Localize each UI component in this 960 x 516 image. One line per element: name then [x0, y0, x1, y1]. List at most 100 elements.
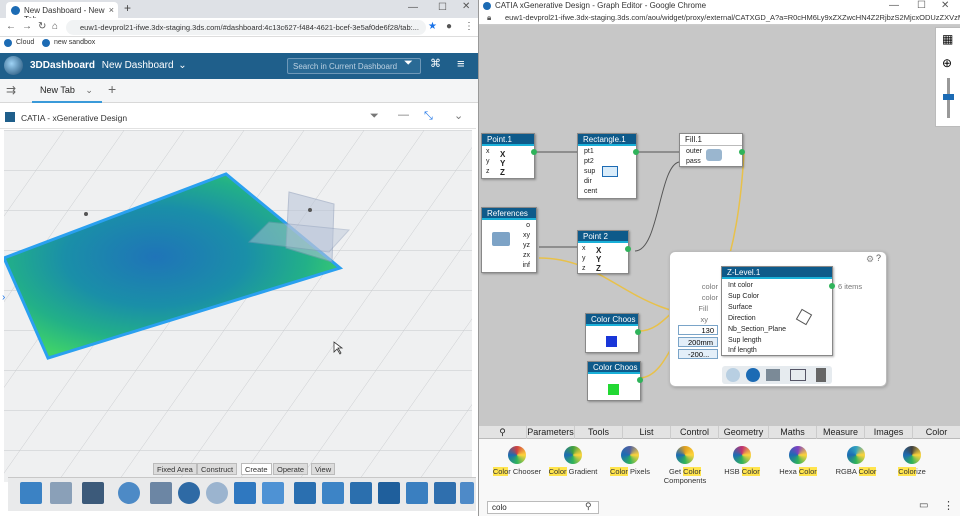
collapse-app-icon[interactable]: ⤡: [424, 110, 433, 123]
back-icon[interactable]: ←: [6, 21, 16, 32]
bookmark-star-icon[interactable]: ★: [428, 21, 437, 32]
color-swatch-blue[interactable]: [606, 336, 617, 347]
tab-images[interactable]: Images: [865, 426, 913, 439]
tab-maths[interactable]: Maths: [769, 426, 817, 439]
chat-icon[interactable]: ▭: [919, 500, 928, 511]
trash-icon[interactable]: [816, 368, 826, 382]
sweep-tool-icon[interactable]: [350, 482, 372, 504]
node-color-chooser-1[interactable]: Color Choos: [585, 313, 641, 353]
tab-new-tab[interactable]: New Tab ⌄: [32, 83, 102, 103]
close-tab-icon[interactable]: ×: [109, 5, 114, 15]
add-tab-button[interactable]: +: [108, 81, 116, 97]
tool-item[interactable]: RGBA Color: [826, 446, 886, 476]
new-tab-button[interactable]: +: [124, 1, 131, 15]
nb-section-input[interactable]: 130: [678, 325, 718, 335]
extrude-tool-icon[interactable]: [294, 482, 316, 504]
tab-color[interactable]: Color: [913, 426, 960, 439]
browser-tab[interactable]: New Dashboard - New Tab ×: [6, 2, 118, 24]
cmd-tab-fixed-area[interactable]: Fixed Area: [153, 463, 197, 475]
node-zlevel1[interactable]: Z-Level.1 Int color Sup Color Surface Di…: [721, 266, 835, 356]
redo-icon[interactable]: [206, 482, 228, 504]
node-rectangle1[interactable]: Rectangle.1 pt1 pt2 sup dir cent: [577, 133, 639, 199]
zoom-icon[interactable]: ⊕: [942, 56, 952, 70]
tool-item[interactable]: Colorize: [882, 446, 942, 476]
filter-icon[interactable]: ⏷: [404, 57, 413, 70]
fill-tool-icon[interactable]: [434, 482, 456, 504]
inf-length-input[interactable]: -200...: [678, 349, 718, 359]
blend-tool-icon[interactable]: [406, 482, 428, 504]
3d-viewport[interactable]: [4, 130, 472, 482]
map-icon[interactable]: ▦: [942, 32, 953, 46]
output-port[interactable]: [635, 329, 641, 335]
url-input[interactable]: euw1-devprol21-ifwe.3dx-staging.3ds.com/…: [66, 20, 426, 35]
minimize-app-icon[interactable]: —: [398, 109, 409, 121]
tab-geometry[interactable]: Geometry: [719, 426, 769, 439]
tab-parameters[interactable]: Parameters: [527, 426, 575, 439]
more-options-icon[interactable]: ⋮: [943, 499, 954, 512]
node-point2[interactable]: Point 2 x y z XYZ: [577, 230, 631, 274]
insert-icon[interactable]: [790, 369, 806, 381]
output-port[interactable]: [531, 149, 537, 155]
tool-item[interactable]: Color Gradient: [543, 446, 603, 476]
graph-canvas[interactable]: Point.1 x y z XYZ Rectangle.1 pt1 pt2 su…: [479, 26, 960, 426]
dashboard-name[interactable]: New Dashboard: [102, 60, 174, 71]
forward-icon[interactable]: →: [22, 21, 32, 32]
cmd-tab-view[interactable]: View: [311, 463, 336, 475]
tool-item[interactable]: Color Pixels: [600, 446, 660, 476]
tab-tools[interactable]: Tools: [575, 426, 623, 439]
compass-logo-icon[interactable]: [4, 56, 23, 75]
cmd-tab-construct[interactable]: Construct: [197, 463, 238, 475]
maximize-icon[interactable]: ☐: [438, 2, 447, 13]
undo-icon[interactable]: [178, 482, 200, 504]
reload-icon[interactable]: ↻: [38, 21, 46, 32]
node-color-chooser-2[interactable]: Color Choos: [587, 361, 643, 401]
tab-measure[interactable]: Measure: [817, 426, 865, 439]
output-port[interactable]: [739, 149, 745, 155]
library-search-input[interactable]: colo: [487, 501, 599, 514]
menu-dots-icon[interactable]: ⋮: [464, 21, 474, 32]
tab-list[interactable]: List: [623, 426, 671, 439]
node-point1[interactable]: Point.1 x y z XYZ: [481, 133, 537, 179]
tab-search-icon[interactable]: ⚲: [479, 426, 527, 439]
close-window-icon[interactable]: ✕: [462, 1, 470, 12]
tool-item[interactable]: Hexa Color: [768, 446, 828, 476]
color-swatch-green[interactable]: [608, 384, 619, 395]
tab-chevron-icon[interactable]: ⌄: [85, 85, 93, 95]
power-icon[interactable]: [746, 368, 760, 382]
output-port[interactable]: [637, 377, 643, 383]
chevron-down-icon[interactable]: ⌄: [178, 60, 186, 71]
signal-tool-icon[interactable]: [262, 482, 284, 504]
search-icon[interactable]: ⚲: [585, 501, 592, 512]
hamburger-menu-icon[interactable]: ≡: [457, 56, 465, 71]
tool-item[interactable]: HSB Color: [712, 446, 772, 476]
minimize-icon[interactable]: —: [408, 2, 418, 13]
save-tool-icon[interactable]: [82, 482, 104, 504]
home-tool-icon[interactable]: [20, 482, 42, 504]
eye-icon[interactable]: [726, 368, 740, 382]
revolve-tool-icon[interactable]: [322, 482, 344, 504]
help-icon[interactable]: ?: [876, 253, 881, 263]
r-maximize-icon[interactable]: ☐: [917, 0, 926, 11]
bookmark-cloud[interactable]: Cloud: [16, 39, 34, 46]
cmd-tab-create[interactable]: Create: [241, 463, 272, 475]
folder-icon[interactable]: [766, 369, 780, 381]
zoom-handle[interactable]: [943, 94, 954, 100]
output-port[interactable]: [829, 283, 835, 289]
more-tools-icon[interactable]: [460, 482, 474, 504]
side-panel-icon[interactable]: ⇉: [6, 83, 16, 97]
output-port[interactable]: [625, 246, 631, 252]
tab-control[interactable]: Control: [671, 426, 719, 439]
cmd-tab-operate[interactable]: Operate: [273, 463, 309, 475]
graph-tool-icon[interactable]: [234, 482, 256, 504]
dashboard-search-input[interactable]: Search in Current Dashboard: [287, 58, 421, 74]
tool-item[interactable]: Color Chooser: [487, 446, 547, 476]
home-icon[interactable]: ⌂: [52, 21, 58, 32]
panel-settings-icon[interactable]: ⚙: [866, 254, 874, 265]
cube-tool-icon[interactable]: [50, 482, 72, 504]
node-fill1[interactable]: Fill.1 outer pass: [679, 133, 745, 167]
loft-tool-icon[interactable]: [378, 482, 400, 504]
app-filter-icon[interactable]: ⏷: [370, 110, 379, 123]
expand-panel-icon[interactable]: ›: [2, 292, 5, 303]
profile-icon[interactable]: ●: [446, 21, 452, 32]
r-url-text[interactable]: euw1-devprol21-ifwe.3dx-staging.3ds.com/…: [505, 13, 960, 22]
